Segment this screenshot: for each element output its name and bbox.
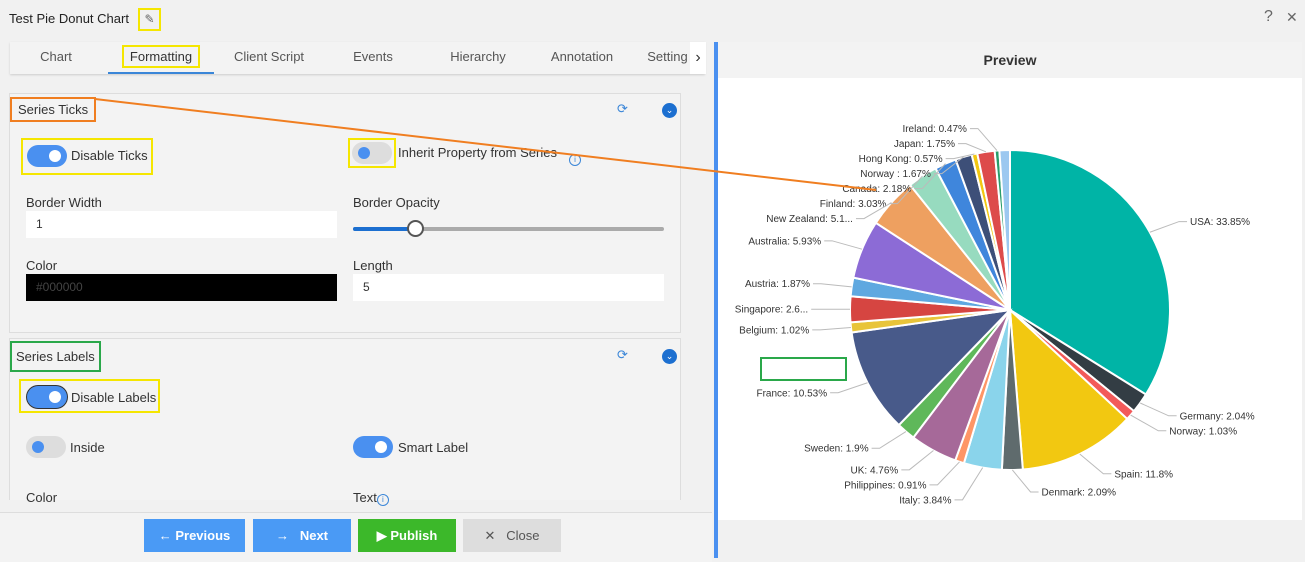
data-label: UK: 4.76% <box>851 465 899 476</box>
inside-toggle[interactable] <box>26 436 66 458</box>
label-connector <box>929 461 960 486</box>
smart-label-label: Smart Label <box>398 440 469 455</box>
border-opacity-label: Border Opacity <box>353 195 440 210</box>
label-connector <box>1130 414 1167 432</box>
length-label: Length <box>353 258 393 273</box>
label-connector <box>901 450 934 471</box>
inherit-property-toggle[interactable] <box>348 138 396 168</box>
border-width-input[interactable]: 1 <box>26 211 337 238</box>
inherit-property-label: Inherit Property from Series <box>398 145 557 160</box>
data-label: Japan: 1.75% <box>894 139 955 150</box>
border-opacity-slider[interactable] <box>353 220 664 237</box>
slider-handle[interactable] <box>407 220 425 237</box>
tab-chart[interactable]: Chart <box>10 42 102 74</box>
text-label: Text i <box>353 490 389 506</box>
chevron-down-icon[interactable]: ⌄ <box>662 349 677 364</box>
window-title: Test Pie Donut Chart <box>9 11 129 26</box>
footer <box>0 512 712 562</box>
data-label: Belgium: 1.02% <box>739 325 809 336</box>
label-connector <box>812 326 851 331</box>
series-ticks-title: Series Ticks <box>10 97 97 122</box>
preview-panel: Preview USA: 33.85% Germany: 2.04% Norway:… <box>718 42 1302 520</box>
data-label: Italy: 3.84% <box>899 495 951 506</box>
data-label: Ireland: 0.47% <box>902 124 967 135</box>
label-connector <box>1149 221 1188 233</box>
data-label: New Zealand: 5.1... <box>766 214 853 225</box>
data-label: Australia: 5.93% <box>748 236 821 247</box>
label-connector <box>871 431 907 449</box>
smart-label-toggle[interactable] <box>353 436 393 458</box>
inside-label: Inside <box>70 440 105 455</box>
length-input[interactable]: 5 <box>353 274 664 301</box>
series-ticks-panel: Series Ticks ⟳ ⌄ Disable Ticks Inherit P… <box>9 93 681 333</box>
series-labels-panel: Series Labels ⟳ ⌄ Disable Labels Inside … <box>9 338 681 506</box>
close-button[interactable]: ✕ Close <box>463 519 561 552</box>
previous-button[interactable]: ← Previous <box>144 519 245 552</box>
data-label: Germany: 2.04% <box>1180 411 1255 422</box>
close-window-icon[interactable]: ✕ <box>1286 9 1298 26</box>
tab-bar: Chart Formatting Client Script Events Hi… <box>10 42 705 74</box>
label-connector <box>824 240 863 250</box>
data-label: Hong Kong: 0.57% <box>859 154 943 165</box>
data-label: Philippines: 0.91% <box>844 480 926 491</box>
chevron-right-icon[interactable]: › <box>690 42 706 74</box>
label-connector <box>830 382 868 394</box>
data-label: Canada: 2.18% <box>842 184 911 195</box>
data-label: Singapore: 2.6... <box>735 305 808 316</box>
info-icon[interactable]: i <box>569 154 581 166</box>
refresh-icon[interactable]: ⟳ <box>617 101 628 117</box>
color-label: Color <box>26 258 58 273</box>
label-connector <box>813 283 852 288</box>
label-connector <box>1011 469 1039 493</box>
chevron-down-icon[interactable]: ⌄ <box>662 103 677 118</box>
info-icon[interactable]: i <box>376 494 389 506</box>
data-label: Austria: 1.87% <box>745 279 810 290</box>
france-label-highlight <box>760 357 847 381</box>
label-connector <box>957 143 987 153</box>
disable-labels-toggle[interactable]: Disable Labels <box>19 379 160 413</box>
data-label: USA: 33.85% <box>1190 217 1250 228</box>
tab-events[interactable]: Events <box>324 42 422 74</box>
data-label: Finland: 3.03% <box>820 199 887 210</box>
tab-formatting[interactable]: Formatting <box>108 42 214 74</box>
pie-chart: USA: 33.85% Germany: 2.04% Norway: 1.03% Sp… <box>735 124 1255 506</box>
tab-client-script[interactable]: Client Script <box>214 42 324 74</box>
data-label: Denmark: 2.09% <box>1042 487 1117 498</box>
series-labels-title: Series Labels <box>10 341 101 372</box>
tab-hierarchy[interactable]: Hierarchy <box>422 42 534 74</box>
refresh-icon[interactable]: ⟳ <box>617 347 628 363</box>
preview-title: Preview <box>718 42 1302 78</box>
next-button[interactable]: → Next <box>253 519 351 552</box>
label-connector <box>1140 402 1177 417</box>
tab-annotation[interactable]: Annotation <box>534 42 630 74</box>
data-label: France: 10.53% <box>756 388 827 399</box>
data-label: Spain: 11.8% <box>1114 469 1173 480</box>
label-connector <box>954 467 984 501</box>
publish-button[interactable]: ▶ Publish <box>358 519 456 552</box>
data-label: Sweden: 1.9% <box>804 444 869 455</box>
border-width-label: Border Width <box>26 195 102 210</box>
color-input[interactable]: #000000 <box>26 274 337 301</box>
help-icon[interactable]: ? <box>1264 8 1273 26</box>
label-color-label: Color <box>26 490 58 505</box>
disable-ticks-toggle[interactable]: Disable Ticks <box>21 138 153 175</box>
data-label: Norway: 1.03% <box>1169 426 1237 437</box>
edit-icon[interactable]: ✎ <box>138 8 161 31</box>
label-connector <box>1079 453 1112 475</box>
